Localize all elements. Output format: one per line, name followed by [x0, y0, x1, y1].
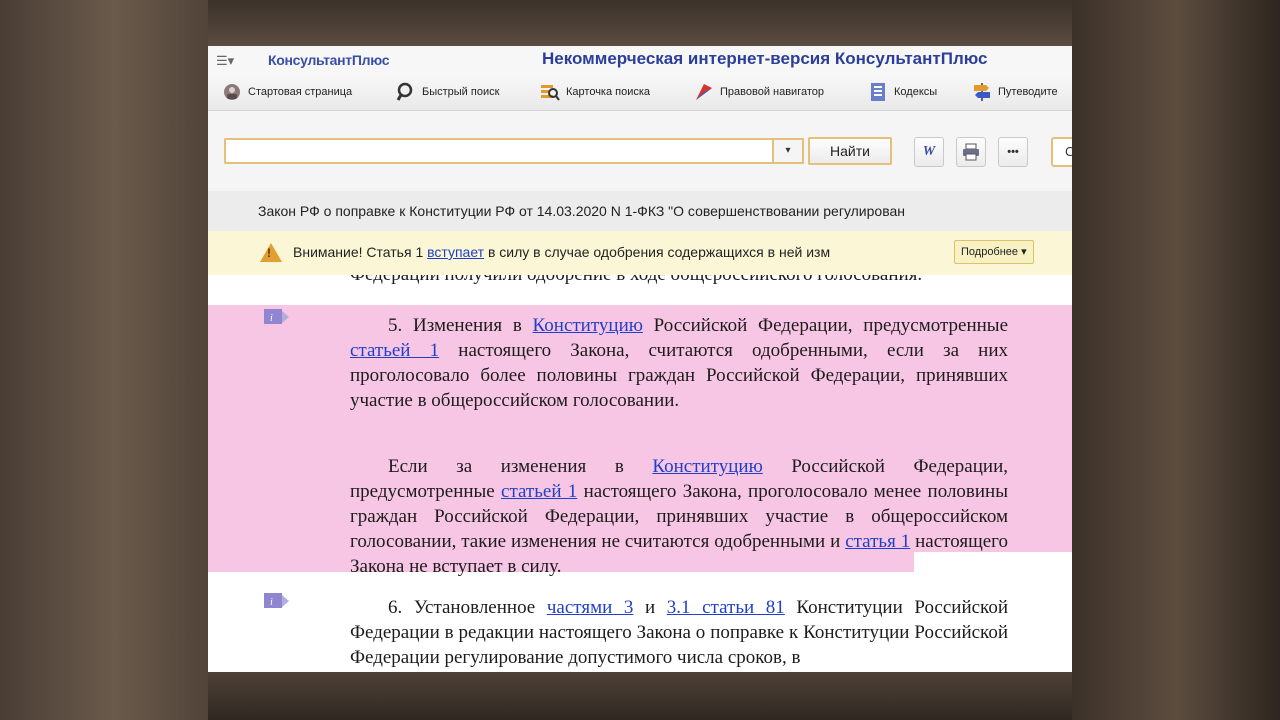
- text: и: [633, 597, 667, 618]
- search-card-icon: [541, 85, 560, 101]
- warning-icon: [260, 243, 282, 262]
- warning-text: Внимание! Статья 1 вступает в силу в слу…: [293, 244, 953, 260]
- background-left: [0, 0, 208, 720]
- word-icon: W: [922, 144, 936, 159]
- toolbar-codes[interactable]: Кодексы: [868, 82, 937, 102]
- main-toolbar: Стартовая страница Быстрый поиск Карточк…: [208, 74, 1072, 111]
- more-actions-button[interactable]: •••: [998, 137, 1028, 167]
- background-right: [1072, 0, 1280, 720]
- toolbar-start-page[interactable]: Стартовая страница: [222, 82, 352, 102]
- link-statya-1[interactable]: статьей 1: [501, 481, 577, 502]
- toolbar-legal-navigator[interactable]: Правовой навигатор: [694, 82, 824, 102]
- find-button[interactable]: Найти: [808, 137, 892, 165]
- text: Если за изменения в: [388, 456, 653, 477]
- toolbar-guides[interactable]: Путеводите: [972, 82, 1058, 102]
- text: 5. Изменения в: [388, 315, 533, 336]
- background-top: [208, 0, 1072, 46]
- link-statya-1[interactable]: статьей 1: [350, 340, 439, 361]
- link-konstitutsiya[interactable]: Конституцию: [533, 315, 643, 336]
- warning-link-vstupaet[interactable]: вступает: [427, 244, 484, 260]
- warning-prefix: Внимание! Статья 1: [293, 244, 428, 260]
- ellipsis-icon: •••: [1007, 146, 1019, 158]
- toolbar-quick-search[interactable]: Быстрый поиск: [396, 82, 499, 102]
- printer-icon: [963, 143, 979, 161]
- brand-logo[interactable]: КонсультантПлюс: [268, 52, 389, 68]
- text: Российской Федерации, предусмотренные: [642, 315, 1009, 336]
- document-title: Закон РФ о поправке к Конституции РФ от …: [208, 191, 1072, 231]
- toolbar-label: Путеводите: [998, 86, 1058, 98]
- menu-icon[interactable]: ☰▾: [216, 53, 234, 69]
- toolbar-label: Быстрый поиск: [422, 86, 500, 98]
- link-statya-1[interactable]: статья 1: [845, 531, 910, 552]
- warning-suffix: в силу в случае одобрения содержащихся в…: [484, 244, 831, 260]
- background-bottom: [208, 672, 1072, 720]
- app-window: ☰▾ КонсультантПлюс Некоммерческая интерн…: [208, 46, 1072, 672]
- guide-icon: [974, 83, 990, 101]
- edge-button[interactable]: С: [1051, 137, 1072, 167]
- details-dropdown-button[interactable]: Подробнее ▾: [954, 240, 1034, 264]
- svg-text:i: i: [270, 313, 273, 324]
- note-icon[interactable]: i: [262, 591, 290, 611]
- paragraph-5: 5. Изменения в Конституцию Российской Фе…: [350, 313, 1008, 413]
- toolbar-label: Стартовая страница: [248, 86, 353, 98]
- link-konstitutsiya[interactable]: Конституцию: [652, 456, 762, 477]
- print-button[interactable]: [956, 137, 986, 167]
- link-chastyami-3[interactable]: частями 3: [547, 597, 634, 618]
- text: настоящего Закона, считаются одобренными…: [350, 340, 1009, 411]
- paragraph-6: 6. Установленное частями 3 и 3.1 статьи …: [350, 595, 1008, 670]
- home-icon: [224, 84, 240, 100]
- search-input[interactable]: [224, 138, 772, 164]
- toolbar-label: Кодексы: [894, 86, 938, 98]
- note-icon[interactable]: i: [262, 307, 290, 327]
- text-fragment: Федерации получили одобрение в ходе обще…: [350, 275, 1010, 286]
- page-title: Некоммерческая интернет-версия Консульта…: [542, 49, 988, 68]
- paragraph-5-continued: Если за изменения в Конституцию Российск…: [350, 454, 1008, 579]
- toolbar-search-card[interactable]: Карточка поиска: [540, 82, 650, 102]
- search-history-dropdown[interactable]: ▾: [772, 138, 804, 164]
- navigator-icon: [696, 84, 712, 100]
- toolbar-label: Карточка поиска: [566, 86, 651, 98]
- search-icon: [396, 82, 413, 101]
- warning-banner: ! Внимание! Статья 1 вступает в силу в с…: [208, 231, 1072, 275]
- title-bar: ☰▾ КонсультантПлюс Некоммерческая интерн…: [208, 46, 1072, 74]
- document-content: Федерации получили одобрение в ходе обще…: [208, 275, 1072, 672]
- link-statya-81[interactable]: 3.1 статьи 81: [667, 597, 785, 618]
- export-word-button[interactable]: W: [914, 137, 944, 167]
- toolbar-label: Правовой навигатор: [720, 86, 824, 98]
- svg-text:i: i: [270, 597, 273, 608]
- search-panel: ▾ Найти W ••• С: [208, 111, 1072, 191]
- codes-icon: [871, 83, 885, 101]
- text: 6. Установленное: [388, 597, 547, 618]
- warning-icon-mark: !: [267, 246, 271, 260]
